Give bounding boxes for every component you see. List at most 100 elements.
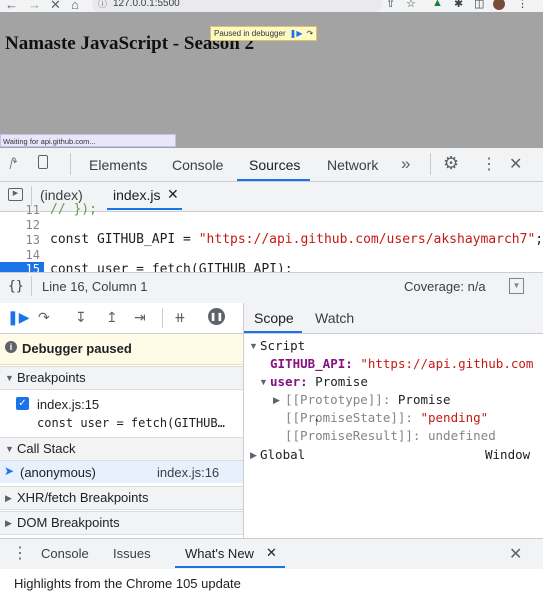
deactivate-breakpoints-icon[interactable]: ⧺ bbox=[174, 309, 186, 326]
star-icon[interactable]: ☆ bbox=[406, 0, 416, 10]
toolbar-divider bbox=[430, 153, 431, 175]
collapsed-triangle-icon[interactable]: ▶ bbox=[5, 493, 12, 504]
line-number: 13 bbox=[25, 233, 40, 247]
code-line: const GITHUB_API = "https://api.github.c… bbox=[50, 232, 543, 247]
extension-icon[interactable]: ▲ bbox=[432, 0, 443, 9]
collapsed-triangle-icon[interactable]: ▶ bbox=[250, 450, 257, 461]
active-file-indicator bbox=[107, 208, 182, 210]
inspect-element-icon[interactable]: ⭚ bbox=[9, 155, 18, 173]
step-over-icon[interactable]: ↷ bbox=[38, 309, 50, 326]
tab-network[interactable]: Network bbox=[327, 157, 378, 173]
breakpoint-location[interactable]: index.js:15 bbox=[37, 397, 99, 412]
paused-badge-label: Paused in debugger bbox=[214, 29, 286, 38]
resume-icon[interactable]: ❚▶ bbox=[7, 309, 30, 326]
info-icon: i bbox=[5, 341, 17, 353]
global-scope-label[interactable]: Global bbox=[260, 447, 305, 462]
breakpoint-code: const user = fetch(GITHUB… bbox=[37, 416, 225, 430]
scope-property[interactable]: [[Prototype]]: Promise bbox=[285, 392, 451, 407]
call-stack-label: Call Stack bbox=[17, 441, 76, 456]
whats-new-heading: Highlights from the Chrome 105 update bbox=[14, 576, 241, 591]
drawer-tab-issues[interactable]: Issues bbox=[113, 546, 151, 561]
expand-triangle-icon[interactable]: ▼ bbox=[5, 444, 14, 454]
line-number: 11 bbox=[25, 203, 40, 217]
property-name: [[PromiseState]]: bbox=[285, 410, 413, 425]
step-over-icon[interactable]: ↷ bbox=[306, 29, 313, 38]
scope-variable[interactable]: GITHUB_API: "https://api.github.com bbox=[270, 356, 533, 371]
sidebar-icon[interactable]: ◫ bbox=[474, 0, 484, 10]
mouse-cursor-icon: ↑ bbox=[314, 416, 320, 428]
variable-value: Promise bbox=[315, 374, 368, 389]
loading-status: Waiting for api.github.com... bbox=[0, 134, 176, 147]
debugger-paused-label: Debugger paused bbox=[22, 341, 132, 356]
expand-triangle-icon[interactable]: ▼ bbox=[5, 373, 14, 383]
collapsed-triangle-icon[interactable]: ▶ bbox=[273, 395, 280, 406]
active-tab-indicator bbox=[244, 331, 302, 333]
toolbar-divider bbox=[31, 276, 32, 296]
script-scope-label[interactable]: Script bbox=[260, 338, 305, 353]
step-out-icon[interactable]: ↥ bbox=[106, 309, 118, 326]
global-scope-value: Window bbox=[485, 447, 531, 462]
kebab-menu-icon[interactable]: ⋮ bbox=[481, 154, 497, 174]
line-number: 12 bbox=[25, 218, 40, 232]
step-into-icon[interactable]: ↧ bbox=[75, 309, 87, 326]
tab-console[interactable]: Console bbox=[172, 157, 223, 173]
home-icon[interactable]: ⌂ bbox=[71, 0, 79, 12]
active-tab-indicator bbox=[237, 179, 310, 181]
info-icon[interactable]: ⓘ bbox=[98, 0, 107, 10]
breakpoints-label: Breakpoints bbox=[17, 370, 86, 385]
scope-property[interactable]: [[PromiseResult]]: undefined bbox=[285, 428, 496, 443]
xhr-breakpoints-label: XHR/fetch Breakpoints bbox=[17, 490, 149, 505]
coverage-status: Coverage: n/a bbox=[404, 279, 486, 294]
code-line: // }); bbox=[50, 202, 97, 217]
url-text: 127.0.0.1:5500 bbox=[113, 0, 180, 9]
resume-icon[interactable]: ❚▶ bbox=[290, 29, 303, 38]
call-frame-location[interactable]: index.js:16 bbox=[157, 465, 219, 480]
toggle-navigator-icon[interactable]: ▶ bbox=[8, 188, 23, 201]
device-toolbar-icon[interactable] bbox=[38, 155, 48, 169]
close-file-icon[interactable]: ✕ bbox=[167, 186, 179, 203]
property-value: "pending" bbox=[420, 410, 489, 425]
property-value: undefined bbox=[428, 428, 496, 443]
drawer-tab-console[interactable]: Console bbox=[41, 546, 89, 561]
code-string: "https://api.github.com/users/akshaymarc… bbox=[198, 232, 536, 247]
file-tab-index-js[interactable]: index.js bbox=[113, 187, 160, 203]
variable-name: user: bbox=[270, 374, 308, 389]
tab-scope[interactable]: Scope bbox=[254, 310, 294, 326]
drawer-menu-icon[interactable]: ⋮ bbox=[12, 543, 28, 563]
active-tab-indicator bbox=[175, 566, 285, 568]
toolbar-divider bbox=[70, 153, 71, 175]
breakpoint-checkbox[interactable]: ✓ bbox=[16, 397, 29, 410]
step-icon[interactable]: ⇥ bbox=[134, 309, 146, 326]
share-icon[interactable]: ⇧ bbox=[386, 0, 395, 10]
file-tab-index[interactable]: (index) bbox=[40, 187, 83, 203]
code-token: const GITHUB_API = bbox=[50, 232, 199, 247]
current-frame-arrow-icon: ➤ bbox=[4, 464, 15, 478]
debugger-controls bbox=[0, 303, 243, 334]
coverage-icon[interactable]: ▼ bbox=[509, 278, 524, 294]
tab-sources[interactable]: Sources bbox=[249, 157, 300, 173]
variable-value: "https://api.github.com bbox=[360, 356, 534, 371]
dom-breakpoints-label: DOM Breakpoints bbox=[17, 515, 120, 530]
close-drawer-icon[interactable]: ✕ bbox=[509, 544, 522, 564]
paused-in-debugger-badge: Paused in debugger ❚▶ ↷ bbox=[210, 26, 318, 41]
collapsed-triangle-icon[interactable]: ▶ bbox=[5, 518, 12, 529]
kebab-menu-icon[interactable]: ⋮ bbox=[517, 0, 528, 10]
drawer-tab-whats-new[interactable]: What's New bbox=[185, 546, 254, 561]
forward-icon[interactable]: → bbox=[28, 0, 41, 12]
scope-variable[interactable]: user: Promise bbox=[270, 374, 368, 389]
close-tab-icon[interactable]: ✕ bbox=[266, 545, 277, 561]
pause-on-exceptions-icon[interactable]: ❚❚ bbox=[208, 308, 225, 325]
tab-watch[interactable]: Watch bbox=[315, 310, 354, 326]
property-value: Promise bbox=[397, 392, 451, 407]
line-number: 14 bbox=[25, 248, 40, 262]
cursor-position: Line 16, Column 1 bbox=[42, 279, 148, 294]
more-tabs-icon[interactable]: » bbox=[401, 154, 410, 174]
puzzle-icon[interactable]: ✱ bbox=[454, 0, 463, 10]
pretty-print-icon[interactable]: {} bbox=[8, 279, 24, 294]
tab-elements[interactable]: Elements bbox=[89, 157, 147, 173]
close-devtools-icon[interactable]: ✕ bbox=[509, 154, 522, 174]
expand-triangle-icon[interactable]: ▼ bbox=[249, 341, 258, 351]
back-icon[interactable]: ← bbox=[5, 0, 18, 12]
gear-icon[interactable]: ⚙ bbox=[443, 153, 459, 174]
expand-triangle-icon[interactable]: ▼ bbox=[259, 377, 268, 387]
